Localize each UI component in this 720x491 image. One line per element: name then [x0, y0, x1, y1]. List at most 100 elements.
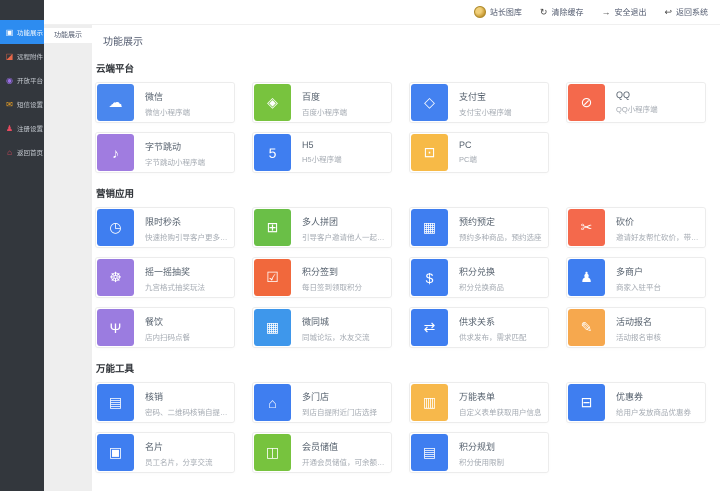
tab-feature-display[interactable]: 功能展示 — [44, 28, 92, 43]
calendar-icon: ▦ — [411, 209, 448, 246]
card-title: 字节跳动 — [145, 140, 205, 153]
card-title: 百度 — [302, 90, 347, 103]
card-title: 预约预定 — [459, 215, 542, 228]
feature-card[interactable]: ◷ 限时秒杀 快速抢购引导客户更多消费 — [95, 207, 235, 248]
document-icon: ▥ — [411, 384, 448, 421]
feature-card[interactable]: ✂ 砍价 邀请好友帮忙砍价，带动新客 — [566, 207, 706, 248]
card-subtitle: 积分兑换商品 — [459, 282, 504, 293]
feature-card[interactable]: ♟ 多商户 商家入驻平台 — [566, 257, 706, 298]
card-title: 微同城 — [302, 315, 370, 328]
topbar-action[interactable]: → 安全退出 — [601, 7, 646, 18]
card-subtitle: 同城论坛，水友交流 — [302, 332, 370, 343]
feature-card[interactable]: ⇄ 供求关系 供求发布，需求匹配 — [409, 307, 549, 348]
platform-icon: ◉ — [5, 76, 14, 85]
verify-cards-icon: ▤ — [97, 384, 134, 421]
section-title: 云端平台 — [96, 61, 706, 75]
card-title: 砍价 — [616, 215, 705, 228]
home-icon: ⌂ — [5, 148, 14, 157]
qq-icon: ⊘ — [568, 84, 605, 121]
sidebar-item-label: 返回首页 — [17, 147, 43, 157]
feature-card[interactable]: ⊞ 多人拼团 引导客户邀请他人一起购买 — [252, 207, 392, 248]
card-subtitle: 支付宝小程序端 — [459, 107, 512, 118]
card-title: 微信 — [145, 90, 190, 103]
feature-card[interactable]: ⊟ 优惠券 给用户发放商品优惠券 — [566, 382, 706, 423]
feature-card[interactable]: ⌂ 多门店 到店自提附近门店选择 — [252, 382, 392, 423]
avatar[interactable] — [474, 6, 486, 18]
feature-section: 云端平台 ☁ 微信 微信小程序端 ◈ 百度 百度小程序端 ◇ 支付宝 支付宝小程… — [95, 61, 706, 173]
card-title: 多门店 — [302, 390, 377, 403]
card-subtitle: 给用户发放商品优惠券 — [616, 407, 691, 418]
sidebar-menu: ▣ 功能展示 ◪ 远程附件 ◉ 开放平台 ✉ 短信设置 ♟ 注册设置 ⌂ 返回首… — [0, 20, 44, 164]
card-grid: ▤ 核销 密码、二维码核销自提订单 ⌂ 多门店 到店自提附近门店选择 ▥ 万能表… — [95, 382, 706, 473]
feature-card[interactable]: ◈ 百度 百度小程序端 — [252, 82, 392, 123]
feature-card[interactable]: ▦ 微同城 同城论坛，水友交流 — [252, 307, 392, 348]
topbar-action[interactable]: ↻ 清除缓存 — [540, 7, 584, 18]
card-subtitle: 开通会员储值，可余额支付 — [302, 457, 391, 468]
bytedance-icon: ♪ — [97, 134, 134, 171]
main-content: 功能展示 云端平台 ☁ 微信 微信小程序端 ◈ 百度 百度小程序端 ◇ 支付宝 … — [92, 25, 720, 491]
sidebar-item[interactable]: ▣ 功能展示 — [0, 20, 44, 44]
pencil-form-icon: ✎ — [568, 309, 605, 346]
card-subtitle: 百度小程序端 — [302, 107, 347, 118]
logout-icon: → — [601, 7, 610, 17]
feature-card[interactable]: ▥ 万能表单 自定义表单获取用户信息 — [409, 382, 549, 423]
sidebar-item-label: 开放平台 — [17, 75, 43, 85]
sidebar-item[interactable]: ✉ 短信设置 — [0, 92, 44, 116]
feature-card[interactable]: ♪ 字节跳动 字节跳动小程序端 — [95, 132, 235, 173]
user-menu[interactable]: 站长图库 — [474, 6, 522, 18]
cutlery-icon: Ψ — [97, 309, 134, 346]
card-title: 优惠券 — [616, 390, 691, 403]
sidebar-item[interactable]: ◉ 开放平台 — [0, 68, 44, 92]
swap-arrows-icon: ⇄ — [411, 309, 448, 346]
card-title: 多人拼团 — [302, 215, 391, 228]
topbar-action-label: 清除缓存 — [551, 7, 583, 18]
card-subtitle: 商家入驻平台 — [616, 282, 661, 293]
content-body: 功能展示 功能展示 云端平台 ☁ 微信 微信小程序端 ◈ 百度 百度小程序端 ◇… — [44, 25, 720, 491]
card-subtitle: H5小程序端 — [302, 154, 342, 165]
card-subtitle: 快速抢购引导客户更多消费 — [145, 232, 234, 243]
wechat-icon: ☁ — [97, 84, 134, 121]
right-pane: 站长图库 ↻ 清除缓存 → 安全退出 ↩ 返回系统 功能展示 功能展示 云端平台… — [44, 0, 720, 491]
feature-card[interactable]: ⊘ QQ QQ小程序端 — [566, 82, 706, 123]
feature-card[interactable]: ☸ 摇一摇抽奖 九宫格式抽奖玩法 — [95, 257, 235, 298]
feature-card[interactable]: ▤ 积分规划 积分使用限制 — [409, 432, 549, 473]
id-card-icon: ▣ — [97, 434, 134, 471]
sidebar-item[interactable]: ⌂ 返回首页 — [0, 140, 44, 164]
section-title: 万能工具 — [96, 361, 706, 375]
feature-card[interactable]: ☑ 积分签到 每日签到领取积分 — [252, 257, 392, 298]
sms-icon: ✉ — [5, 100, 14, 109]
card-title: H5 — [302, 140, 342, 150]
card-subtitle: 自定义表单获取用户信息 — [459, 407, 542, 418]
card-subtitle: 员工名片，分享交流 — [145, 457, 213, 468]
card-title: 餐饮 — [145, 315, 190, 328]
price-tags-icon: ✂ — [568, 209, 605, 246]
card-subtitle: 微信小程序端 — [145, 107, 190, 118]
card-title: 万能表单 — [459, 390, 542, 403]
section-title: 营销应用 — [96, 186, 706, 200]
feature-card[interactable]: Ψ 餐饮 店内扫码点餐 — [95, 307, 235, 348]
card-subtitle: 供求发布，需求匹配 — [459, 332, 527, 343]
card-subtitle: 字节跳动小程序端 — [145, 157, 205, 168]
submenu-column: 功能展示 — [44, 25, 92, 491]
feature-card[interactable]: ◇ 支付宝 支付宝小程序端 — [409, 82, 549, 123]
feature-card[interactable]: ▤ 核销 密码、二维码核销自提订单 — [95, 382, 235, 423]
feature-card[interactable]: ▦ 预约预定 预约多种商品，预约选座 — [409, 207, 549, 248]
sidebar-item-label: 短信设置 — [17, 99, 43, 109]
feature-card[interactable]: ⊡ PC PC端 — [409, 132, 549, 173]
feature-card[interactable]: ☁ 微信 微信小程序端 — [95, 82, 235, 123]
card-title: PC — [459, 140, 477, 150]
app-window: ▣ 功能展示 ◪ 远程附件 ◉ 开放平台 ✉ 短信设置 ♟ 注册设置 ⌂ 返回首… — [0, 0, 720, 491]
card-title: 支付宝 — [459, 90, 512, 103]
feature-card[interactable]: 5 H5 H5小程序端 — [252, 132, 392, 173]
pc-icon: ⊡ — [411, 134, 448, 171]
card-subtitle: 引导客户邀请他人一起购买 — [302, 232, 391, 243]
feature-card[interactable]: $ 积分兑换 积分兑换商品 — [409, 257, 549, 298]
register-user-icon: ♟ — [5, 124, 14, 133]
sidebar-item[interactable]: ◪ 远程附件 — [0, 44, 44, 68]
card-title: 多商户 — [616, 265, 661, 278]
feature-card[interactable]: ✎ 活动报名 活动报名审核 — [566, 307, 706, 348]
sidebar-item[interactable]: ♟ 注册设置 — [0, 116, 44, 140]
topbar-action[interactable]: ↩ 返回系统 — [664, 7, 708, 18]
feature-card[interactable]: ▣ 名片 员工名片，分享交流 — [95, 432, 235, 473]
feature-card[interactable]: ◫ 会员储值 开通会员储值，可余额支付 — [252, 432, 392, 473]
